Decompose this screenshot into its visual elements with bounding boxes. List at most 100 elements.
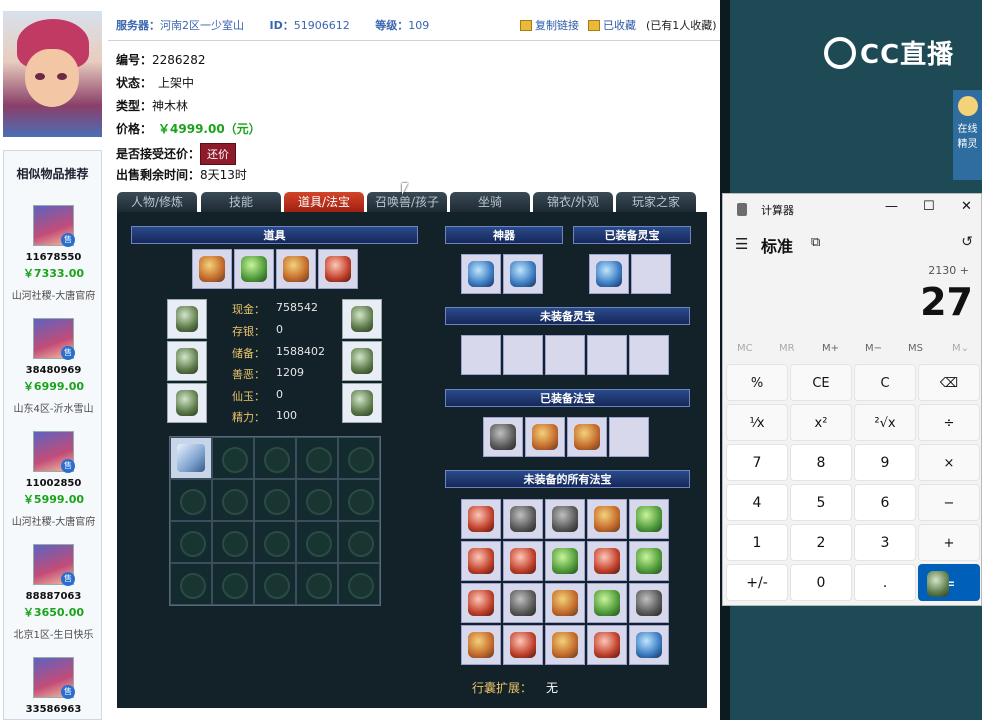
inventory-cell[interactable]: [170, 563, 212, 605]
treasure-slot[interactable]: [545, 541, 585, 581]
inventory-cell[interactable]: [338, 479, 380, 521]
digit-3-button[interactable]: 3: [854, 524, 916, 561]
backspace-button[interactable]: ⌫: [918, 364, 980, 401]
inventory-cell[interactable]: [212, 437, 254, 479]
spirit-slot[interactable]: [545, 335, 585, 375]
negate-button[interactable]: +/-: [726, 564, 788, 601]
tab-items[interactable]: 道具/法宝: [284, 192, 364, 212]
equipment-slot[interactable]: [342, 383, 382, 423]
digit-1-button[interactable]: 1: [726, 524, 788, 561]
inventory-cell[interactable]: [254, 563, 296, 605]
reciprocal-button[interactable]: ⅟x: [726, 404, 788, 441]
treasure-slot[interactable]: [503, 583, 543, 623]
treasure-slot[interactable]: [609, 417, 649, 457]
artifact-slot[interactable]: [503, 254, 543, 294]
tab-mounts[interactable]: 坐骑: [450, 192, 530, 212]
inventory-cell[interactable]: [212, 479, 254, 521]
treasure-slot[interactable]: [587, 583, 627, 623]
inventory-cell[interactable]: [296, 479, 338, 521]
mem-clear-button[interactable]: MC: [737, 343, 753, 354]
calculator-titlebar[interactable]: 计算器 — ☐ ✕: [723, 194, 981, 224]
percent-button[interactable]: %: [726, 364, 788, 401]
digit-0-button[interactable]: 0: [790, 564, 852, 601]
similar-item[interactable]: 售 33586963: [4, 657, 103, 715]
favorite-button[interactable]: 已收藏: [588, 17, 636, 33]
similar-item[interactable]: 售 38480969 ￥6999.00 山东4区-沂水雪山: [4, 318, 103, 415]
mem-recall-button[interactable]: MR: [779, 343, 795, 354]
tab-character[interactable]: 人物/修炼: [117, 192, 197, 212]
add-button[interactable]: +: [918, 524, 980, 561]
inventory-cell[interactable]: [338, 521, 380, 563]
digit-9-button[interactable]: 9: [854, 444, 916, 481]
treasure-slot[interactable]: [587, 499, 627, 539]
treasure-slot[interactable]: [461, 625, 501, 665]
item-slot[interactable]: [234, 249, 274, 289]
maximize-icon[interactable]: ☐: [923, 199, 935, 214]
inventory-cell[interactable]: [254, 479, 296, 521]
treasure-slot[interactable]: [461, 583, 501, 623]
equipment-slot[interactable]: [167, 383, 207, 423]
treasure-slot[interactable]: [525, 417, 565, 457]
clear-entry-button[interactable]: CE: [790, 364, 852, 401]
spirit-slot[interactable]: [461, 335, 501, 375]
close-icon[interactable]: ✕: [961, 199, 972, 214]
inventory-cell[interactable]: [296, 521, 338, 563]
spirit-slot[interactable]: [587, 335, 627, 375]
digit-2-button[interactable]: 2: [790, 524, 852, 561]
treasure-slot[interactable]: [483, 417, 523, 457]
tab-outfits[interactable]: 锦衣/外观: [533, 192, 613, 212]
treasure-slot[interactable]: [629, 625, 669, 665]
equals-button[interactable]: =: [918, 564, 980, 601]
tab-home[interactable]: 玩家之家: [616, 192, 696, 212]
similar-item[interactable]: 售 11678550 ￥7333.00 山河社稷-大唐官府: [4, 205, 103, 302]
digit-7-button[interactable]: 7: [726, 444, 788, 481]
haggle-button[interactable]: 还价: [200, 143, 237, 165]
treasure-slot[interactable]: [629, 583, 669, 623]
sqrt-button[interactable]: ²√x: [854, 404, 916, 441]
similar-item[interactable]: 售 88887063 ￥3650.00 北京1区-生日快乐: [4, 544, 103, 641]
tab-pets[interactable]: 召唤兽/孩子: [367, 192, 447, 212]
multiply-button[interactable]: ×: [918, 444, 980, 481]
item-slot[interactable]: [192, 249, 232, 289]
spirit-slot[interactable]: [629, 335, 669, 375]
digit-8-button[interactable]: 8: [790, 444, 852, 481]
square-button[interactable]: x²: [790, 404, 852, 441]
inventory-cell[interactable]: [212, 521, 254, 563]
mem-list-button[interactable]: M⌄: [952, 343, 969, 354]
menu-icon[interactable]: ☰: [735, 235, 748, 253]
inventory-cell[interactable]: [254, 437, 296, 479]
equipment-slot[interactable]: [167, 299, 207, 339]
treasure-slot[interactable]: [587, 625, 627, 665]
inventory-cell[interactable]: [254, 521, 296, 563]
inventory-cell[interactable]: [296, 563, 338, 605]
clear-button[interactable]: C: [854, 364, 916, 401]
equipment-slot[interactable]: [342, 299, 382, 339]
treasure-slot[interactable]: [461, 541, 501, 581]
item-slot[interactable]: [318, 249, 358, 289]
copy-link-button[interactable]: 复制链接: [520, 17, 579, 33]
mem-subtract-button[interactable]: M−: [865, 343, 882, 354]
treasure-slot[interactable]: [629, 499, 669, 539]
item-slot[interactable]: [276, 249, 316, 289]
inventory-cell[interactable]: [212, 563, 254, 605]
treasure-slot[interactable]: [503, 625, 543, 665]
minimize-icon[interactable]: —: [885, 199, 898, 214]
online-sprite-widget[interactable]: 在线 精灵: [953, 90, 982, 180]
spirit-slot[interactable]: [589, 254, 629, 294]
spirit-slot[interactable]: [503, 335, 543, 375]
inventory-cell[interactable]: [170, 437, 212, 479]
mem-add-button[interactable]: M+: [822, 343, 839, 354]
artifact-slot[interactable]: [461, 254, 501, 294]
equipment-slot[interactable]: [167, 341, 207, 381]
keep-on-top-icon[interactable]: ⧉: [811, 235, 820, 250]
mem-store-button[interactable]: MS: [908, 343, 923, 354]
inventory-cell[interactable]: [170, 521, 212, 563]
treasure-slot[interactable]: [461, 499, 501, 539]
treasure-slot[interactable]: [629, 541, 669, 581]
digit-6-button[interactable]: 6: [854, 484, 916, 521]
subtract-button[interactable]: −: [918, 484, 980, 521]
tab-skills[interactable]: 技能: [201, 192, 281, 212]
treasure-slot[interactable]: [545, 625, 585, 665]
decimal-button[interactable]: .: [854, 564, 916, 601]
treasure-slot[interactable]: [503, 499, 543, 539]
